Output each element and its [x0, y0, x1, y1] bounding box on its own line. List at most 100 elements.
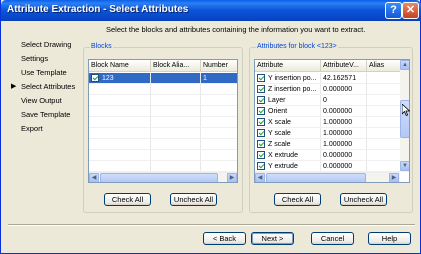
nav-item-view-output: View Output [11, 94, 87, 108]
row-checkbox[interactable] [257, 140, 265, 148]
attributes-group-label: Attributes for block <123> [256, 43, 338, 50]
attribute-alias-cell [367, 106, 401, 116]
next-button[interactable]: Next > [251, 232, 294, 245]
blocks-horizontal-scrollbar[interactable]: ◀ ▶ [89, 172, 237, 182]
blocks-rows: 123 1 [89, 73, 237, 172]
block-alias-cell [151, 73, 201, 83]
attribute-name: Z scale [268, 140, 291, 148]
cancel-button[interactable]: Cancel [311, 232, 354, 245]
table-row[interactable]: Y extrude 0.000000 [255, 161, 401, 172]
attribute-value-cell: 0.000000 [321, 161, 367, 171]
table-row[interactable]: Z insertion po... 0.000000 [255, 84, 401, 95]
blocks-uncheck-all-button[interactable]: Uncheck All [170, 193, 217, 206]
scroll-right-icon[interactable]: ▶ [227, 173, 237, 182]
wizard-nav: Select Drawing Settings Use Template ▶ Se… [11, 38, 87, 136]
row-checkbox[interactable] [257, 107, 265, 115]
blocks-check-all-button[interactable]: Check All [104, 193, 151, 206]
attribute-name-cell: Orient [255, 106, 321, 116]
attribute-alias-cell [367, 95, 401, 105]
table-row[interactable]: Y insertion po... 42.162571 [255, 73, 401, 84]
nav-label: Save Template [21, 110, 71, 119]
scroll-thumb[interactable] [266, 173, 366, 182]
attributes-rows: Y insertion po... 42.162571 Z insertion p… [255, 73, 401, 172]
scroll-thumb[interactable] [100, 173, 218, 182]
help-title-button[interactable]: ? [385, 2, 402, 19]
scroll-down-icon[interactable]: ▼ [400, 161, 409, 171]
help-button[interactable]: Help [368, 232, 411, 245]
footer-separator [8, 224, 415, 226]
blocks-group: Blocks Block Name Block Alia... Number 1… [83, 43, 243, 213]
table-row[interactable]: X scale 1.000000 [255, 117, 401, 128]
row-checkbox[interactable] [257, 162, 265, 170]
nav-label: Use Template [21, 68, 67, 77]
table-row [89, 106, 237, 117]
attribute-value-cell: 1.000000 [321, 117, 367, 127]
attribute-value-cell: 0.000000 [321, 106, 367, 116]
attribute-name: Orient [268, 107, 288, 115]
blocks-list[interactable]: Block Name Block Alia... Number 123 1 ◀ … [88, 59, 238, 183]
attribute-name-cell: Y extrude [255, 161, 321, 171]
column-header-alias[interactable]: Alias [367, 60, 401, 71]
row-checkbox[interactable] [257, 151, 265, 159]
scroll-right-icon[interactable]: ▶ [389, 173, 399, 182]
attribute-name-cell: Z insertion po... [255, 84, 321, 94]
column-header-block-alias[interactable]: Block Alia... [151, 60, 201, 71]
table-row [89, 139, 237, 150]
current-step-arrow-icon: ▶ [11, 83, 17, 90]
column-header-attribute-value[interactable]: AttributeV... [321, 60, 367, 71]
table-row [89, 117, 237, 128]
column-header-block-name[interactable]: Block Name [89, 60, 151, 71]
table-row [89, 161, 237, 172]
attribute-value-cell: 1.000000 [321, 128, 367, 138]
attribute-name: Y extrude [268, 162, 298, 170]
title-bar[interactable]: Attribute Extraction - Select Attributes… [1, 0, 421, 21]
table-row[interactable]: 123 1 [89, 73, 237, 84]
table-row[interactable]: Orient 0.000000 [255, 106, 401, 117]
scroll-up-icon[interactable]: ▲ [400, 60, 409, 70]
attribute-name: Layer [268, 96, 286, 104]
attribute-name-cell: Layer [255, 95, 321, 105]
attribute-alias-cell [367, 161, 401, 171]
attribute-name: X extrude [268, 151, 298, 159]
row-checkbox[interactable] [257, 85, 265, 93]
table-row[interactable]: Y scale 1.000000 [255, 128, 401, 139]
scroll-left-icon[interactable]: ◀ [89, 173, 99, 182]
table-row[interactable]: Layer 0 [255, 95, 401, 106]
column-header-number[interactable]: Number [201, 60, 237, 71]
attribute-alias-cell [367, 128, 401, 138]
nav-label: Select Drawing [21, 40, 72, 49]
attribute-alias-cell [367, 150, 401, 160]
row-checkbox[interactable] [257, 96, 265, 104]
row-checkbox[interactable] [257, 74, 265, 82]
close-button[interactable]: ✕ [402, 2, 419, 19]
row-checkbox[interactable] [257, 129, 265, 137]
column-header-attribute[interactable]: Attribute [255, 60, 321, 71]
attribute-name-cell: Y scale [255, 128, 321, 138]
row-checkbox[interactable] [91, 74, 99, 82]
nav-item-settings: Settings [11, 52, 87, 66]
nav-item-select-drawing: Select Drawing [11, 38, 87, 52]
scroll-left-icon[interactable]: ◀ [255, 173, 265, 182]
attribute-alias-cell [367, 73, 401, 83]
attributes-vertical-scrollbar[interactable]: ▲ ▼ [400, 60, 409, 172]
nav-item-save-template: Save Template [11, 108, 87, 122]
attributes-horizontal-scrollbar[interactable]: ◀ ▶ [255, 172, 400, 182]
attribute-alias-cell [367, 117, 401, 127]
nav-item-export: Export [11, 122, 87, 136]
attributes-list[interactable]: Attribute AttributeV... Alias Y insertio… [254, 59, 410, 183]
table-row[interactable]: Z scale 1.000000 [255, 139, 401, 150]
table-row[interactable]: X extrude 0.000000 [255, 150, 401, 161]
blocks-header: Block Name Block Alia... Number [89, 60, 237, 72]
nav-label: View Output [21, 96, 62, 105]
attribute-value-cell: 0.000000 [321, 150, 367, 160]
table-row [89, 95, 237, 106]
attributes-uncheck-all-button[interactable]: Uncheck All [340, 193, 387, 206]
back-button[interactable]: < Back [203, 232, 246, 245]
window-title: Attribute Extraction - Select Attributes [7, 4, 189, 15]
row-checkbox[interactable] [257, 118, 265, 126]
attributes-group: Attributes for block <123> Attribute Att… [249, 43, 413, 213]
attributes-header: Attribute AttributeV... Alias [255, 60, 401, 72]
nav-item-use-template: Use Template [11, 66, 87, 80]
table-row [89, 84, 237, 95]
attributes-check-all-button[interactable]: Check All [274, 193, 321, 206]
